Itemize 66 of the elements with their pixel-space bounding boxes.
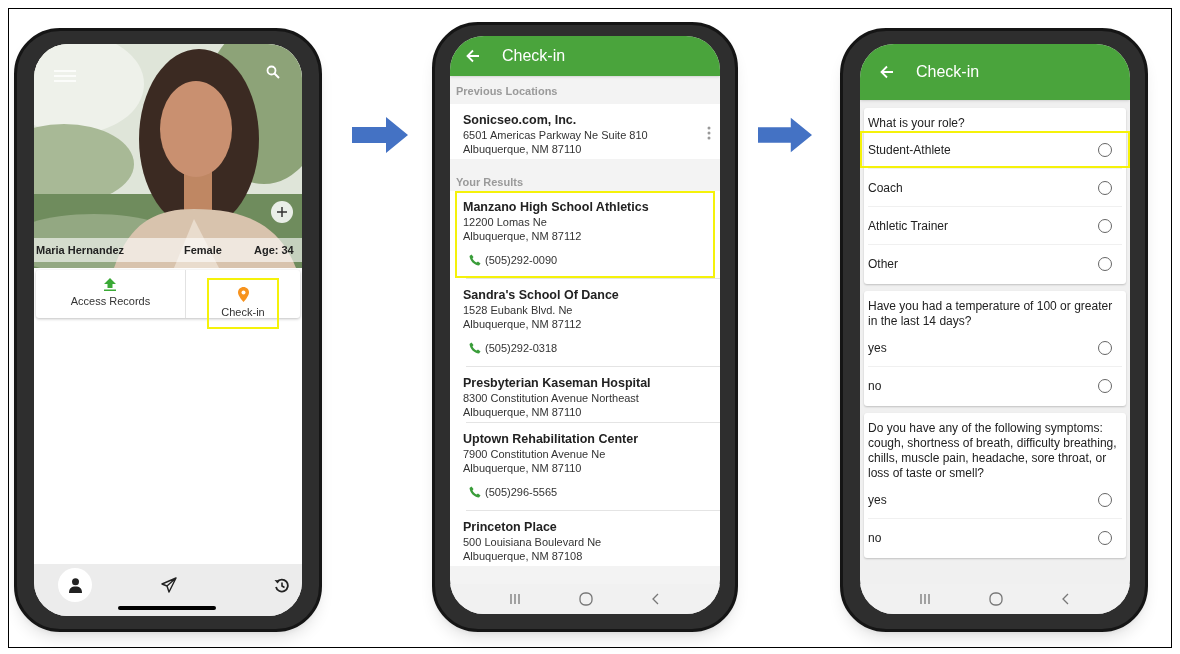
phone-icon	[469, 254, 481, 266]
answer-option[interactable]: yes	[860, 329, 1130, 366]
location-pin-icon	[237, 286, 249, 302]
address-line: Albuquerque, NM 87112	[463, 229, 583, 243]
address-line: Albuquerque, NM 87110	[463, 142, 583, 156]
phone-number[interactable]: (505)296-5565	[485, 483, 558, 501]
location-name: Sonicseo.com, Inc.	[463, 112, 578, 128]
location-name: Sandra's School Of Dance	[463, 287, 620, 303]
address-line: 6501 Americas Parkway Ne Suite 810	[463, 128, 649, 142]
screen-title: Check-in	[916, 62, 980, 82]
paper-plane-icon	[161, 577, 177, 593]
phone-icon	[469, 342, 481, 354]
location-name: Uptown Rehabilitation Center	[463, 431, 639, 447]
answer-option[interactable]: no	[860, 367, 1130, 404]
location-item[interactable]: Uptown Rehabilitation Center 7900 Constitution Avenue Ne Albuquerque, NM 87110 (505)296-5565	[455, 423, 715, 510]
section-heading: Previous Locations	[455, 84, 559, 98]
arrow-icon	[352, 117, 408, 153]
arrow-icon	[758, 117, 812, 153]
question-text: What is your role?	[867, 116, 966, 131]
phone-number[interactable]: (505)292-0318	[485, 339, 558, 357]
search-icon[interactable]	[266, 65, 280, 79]
location-item[interactable]: Presbyterian Kaseman Hospital 8300 Constitution Avenue Northeast Albuquerque, NM 87110	[455, 367, 715, 422]
address-line: 8300 Constitution Avenue Northeast	[463, 391, 640, 405]
more-options-icon[interactable]	[707, 126, 711, 140]
home-icon[interactable]	[579, 592, 593, 606]
answer-option[interactable]: no	[860, 519, 1130, 556]
answer-option[interactable]: Student-Athlete	[860, 131, 1130, 168]
gender-label: Female	[184, 242, 223, 258]
question-text: Do you have any of the following symptoms: cough, shortness of breath, difficulty breathing, chills, muscle pain, headache, sore throat, or loss of taste or smell?	[867, 421, 1118, 481]
nav-tab[interactable]	[58, 568, 92, 602]
section-heading: Your Results	[455, 175, 525, 189]
location-name: Princeton Place	[463, 519, 558, 535]
location-item[interactable]: Manzano High School Athletics 12200 Lomas Ne Albuquerque, NM 87112 (505)292-0090	[455, 191, 715, 278]
question-text: Have you had a temperature of 100 or greater in the last 14 days?	[867, 299, 1114, 329]
action-button[interactable]: Access Records	[64, 270, 157, 318]
plus-icon	[276, 206, 288, 218]
action-button[interactable]: Check-in	[207, 278, 279, 329]
address-line: Albuquerque, NM 87112	[463, 317, 583, 331]
address-line: 12200 Lomas Ne	[463, 215, 548, 229]
patient-name: Maria Hernandez	[36, 242, 126, 258]
address-line: 1528 Eubank Blvd. Ne	[463, 303, 574, 317]
back-arrow-icon[interactable]	[880, 65, 894, 79]
answer-option[interactable]: Athletic Trainer	[860, 207, 1130, 244]
answer-option[interactable]: yes	[860, 481, 1130, 518]
answer-option[interactable]: Other	[860, 245, 1130, 282]
address-line: 7900 Constitution Avenue Ne	[463, 447, 607, 461]
age-label: Age: 34	[254, 242, 294, 258]
location-item[interactable]: Princeton Place 500 Louisiana Boulevard Ne Albuquerque, NM 87108	[455, 511, 715, 566]
back-icon[interactable]	[651, 593, 661, 605]
history-icon	[273, 577, 289, 593]
home-icon[interactable]	[989, 592, 1003, 606]
person-icon	[68, 577, 82, 593]
upload-icon	[104, 278, 117, 292]
address-line: Albuquerque, NM 87110	[463, 461, 583, 475]
screen-title: Check-in	[502, 46, 566, 66]
phone-icon	[469, 486, 481, 498]
address-line: Albuquerque, NM 87108	[463, 549, 584, 563]
address-line: 500 Louisiana Boulevard Ne	[463, 535, 603, 549]
back-arrow-icon[interactable]	[466, 49, 480, 63]
location-item[interactable]: Sandra's School Of Dance 1528 Eubank Blvd. Ne Albuquerque, NM 87112 (505)292-0318	[455, 279, 715, 366]
location-name: Manzano High School Athletics	[463, 199, 650, 215]
answer-option[interactable]: Coach	[860, 169, 1130, 206]
location-name: Presbyterian Kaseman Hospital	[463, 375, 652, 391]
address-line: Albuquerque, NM 87110	[463, 405, 583, 419]
phone-number[interactable]: (505)292-0090	[485, 251, 558, 269]
back-icon[interactable]	[1061, 593, 1071, 605]
